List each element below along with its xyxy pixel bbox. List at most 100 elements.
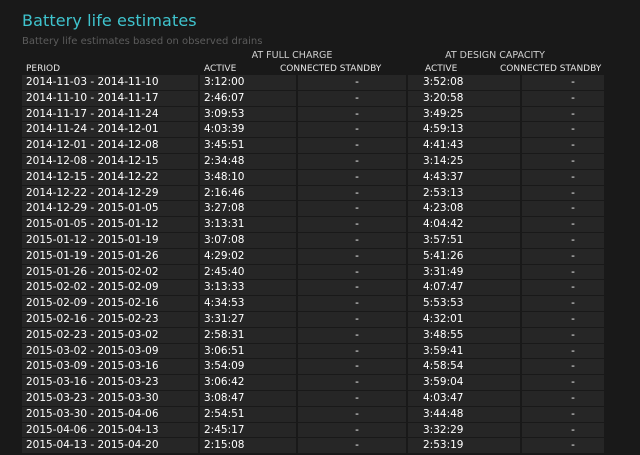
cell-design-standby: - bbox=[522, 390, 604, 406]
table-row: 2015-01-05 - 2015-01-12 3:13:31-4:04:42- bbox=[22, 217, 604, 233]
cell-design-active: 3:52:08 bbox=[408, 75, 520, 90]
table-row: 2014-11-03 - 2014-11-10 3:12:00-3:52:08- bbox=[22, 75, 604, 91]
cell-period: 2015-04-13 - 2015-04-20 bbox=[22, 438, 198, 454]
cell-full-standby: - bbox=[298, 311, 406, 327]
cell-full-active: 3:48:10 bbox=[200, 169, 296, 185]
cell-period: 2014-11-17 - 2014-11-24 bbox=[22, 106, 198, 122]
cell-design-standby: - bbox=[522, 311, 604, 327]
cell-period: 2015-04-06 - 2015-04-13 bbox=[22, 422, 198, 438]
cell-design-active: 4:43:37 bbox=[408, 169, 520, 185]
table-row: 2015-02-09 - 2015-02-16 4:34:53-5:53:53- bbox=[22, 296, 604, 312]
cell-design-active: 5:53:53 bbox=[408, 296, 520, 311]
cell-full-standby: - bbox=[298, 343, 406, 359]
cell-design-active: 3:44:48 bbox=[408, 406, 520, 422]
table-row: 2015-04-06 - 2015-04-13 2:45:17-3:32:29- bbox=[22, 422, 604, 439]
table-row: 2014-12-01 - 2014-12-08 3:45:51-4:41:43- bbox=[22, 138, 604, 154]
cell-full-active: 3:07:08 bbox=[200, 232, 296, 248]
cell-full-active: 3:45:51 bbox=[200, 138, 296, 153]
cell-full-standby: - bbox=[298, 375, 406, 390]
cell-full-standby: - bbox=[298, 138, 406, 153]
cell-design-active: 5:41:26 bbox=[408, 248, 520, 264]
table-row: 2015-03-16 - 2015-03-23 3:06:42-3:59:04- bbox=[22, 375, 604, 391]
cell-full-active: 3:31:27 bbox=[200, 311, 296, 327]
table-row: 2015-03-30 - 2015-04-06 2:54:51-3:44:48- bbox=[22, 406, 604, 423]
cell-period: 2015-01-05 - 2015-01-12 bbox=[22, 217, 198, 232]
cell-period: 2015-03-09 - 2015-03-16 bbox=[22, 359, 198, 375]
cell-period: 2014-12-29 - 2015-01-05 bbox=[22, 201, 198, 217]
cell-design-active: 3:59:41 bbox=[408, 343, 520, 359]
cell-full-active: 4:34:53 bbox=[200, 296, 296, 311]
cell-full-standby: - bbox=[298, 185, 406, 201]
cell-design-standby: - bbox=[522, 201, 604, 217]
cell-full-standby: - bbox=[298, 406, 406, 422]
cell-full-standby: - bbox=[298, 390, 406, 406]
page-subtitle: Battery life estimates based on observed… bbox=[22, 36, 263, 47]
table-row: 2015-02-23 - 2015-03-02 2:58:31-3:48:55- bbox=[22, 327, 604, 344]
column-header-full-standby: CONNECTED STANDBY bbox=[280, 64, 382, 74]
cell-full-standby: - bbox=[298, 75, 406, 90]
cell-period: 2015-03-16 - 2015-03-23 bbox=[22, 375, 198, 390]
cell-full-active: 3:08:47 bbox=[200, 390, 296, 406]
cell-full-standby: - bbox=[298, 153, 406, 169]
cell-design-standby: - bbox=[522, 75, 604, 90]
cell-period: 2015-01-12 - 2015-01-19 bbox=[22, 232, 198, 248]
cell-full-active: 2:34:48 bbox=[200, 153, 296, 169]
cell-design-active: 4:03:47 bbox=[408, 390, 520, 406]
cell-design-active: 4:59:13 bbox=[408, 122, 520, 138]
column-header-period: PERIOD bbox=[26, 64, 61, 74]
cell-period: 2015-02-02 - 2015-02-09 bbox=[22, 280, 198, 296]
cell-full-active: 3:06:42 bbox=[200, 375, 296, 390]
cell-full-active: 2:58:31 bbox=[200, 327, 296, 343]
cell-period: 2015-01-26 - 2015-02-02 bbox=[22, 264, 198, 280]
cell-full-standby: - bbox=[298, 280, 406, 296]
table-row: 2014-12-15 - 2014-12-22 3:48:10-4:43:37- bbox=[22, 169, 604, 186]
cell-period: 2015-02-23 - 2015-03-02 bbox=[22, 327, 198, 343]
cell-full-standby: - bbox=[298, 232, 406, 248]
cell-design-active: 2:53:13 bbox=[408, 185, 520, 201]
table-row: 2014-12-22 - 2014-12-29 2:16:46-2:53:13- bbox=[22, 185, 604, 202]
cell-design-standby: - bbox=[522, 406, 604, 422]
cell-period: 2015-01-19 - 2015-01-26 bbox=[22, 248, 198, 264]
cell-full-active: 2:54:51 bbox=[200, 406, 296, 422]
cell-design-active: 3:31:49 bbox=[408, 264, 520, 280]
table-row: 2014-11-24 - 2014-12-01 4:03:39-4:59:13- bbox=[22, 122, 604, 138]
cell-full-standby: - bbox=[298, 122, 406, 138]
cell-full-active: 3:06:51 bbox=[200, 343, 296, 359]
cell-design-standby: - bbox=[522, 296, 604, 311]
column-header-full-active: ACTIVE bbox=[204, 64, 237, 74]
cell-full-active: 3:54:09 bbox=[200, 359, 296, 375]
column-header-design-active: ACTIVE bbox=[425, 64, 458, 74]
cell-design-active: 3:20:58 bbox=[408, 90, 520, 106]
cell-full-active: 3:13:31 bbox=[200, 217, 296, 232]
cell-full-active: 3:09:53 bbox=[200, 106, 296, 122]
cell-full-standby: - bbox=[298, 169, 406, 185]
cell-full-standby: - bbox=[298, 217, 406, 232]
cell-period: 2014-12-15 - 2014-12-22 bbox=[22, 169, 198, 185]
table-row: 2014-11-17 - 2014-11-24 3:09:53-3:49:25- bbox=[22, 106, 604, 123]
table-row: 2015-03-09 - 2015-03-16 3:54:09-4:58:54- bbox=[22, 359, 604, 375]
cell-design-active: 4:23:08 bbox=[408, 201, 520, 217]
cell-design-standby: - bbox=[522, 375, 604, 390]
cell-full-active: 4:29:02 bbox=[200, 248, 296, 264]
cell-full-active: 3:12:00 bbox=[200, 75, 296, 90]
cell-design-standby: - bbox=[522, 122, 604, 138]
cell-design-active: 4:32:01 bbox=[408, 311, 520, 327]
cell-design-standby: - bbox=[522, 264, 604, 280]
cell-period: 2014-11-10 - 2014-11-17 bbox=[22, 90, 198, 106]
cell-full-standby: - bbox=[298, 296, 406, 311]
cell-full-active: 4:03:39 bbox=[200, 122, 296, 138]
table-row: 2015-01-19 - 2015-01-26 4:29:02-5:41:26- bbox=[22, 248, 604, 265]
cell-period: 2015-03-30 - 2015-04-06 bbox=[22, 406, 198, 422]
cell-full-standby: - bbox=[298, 438, 406, 454]
cell-design-standby: - bbox=[522, 438, 604, 454]
cell-design-standby: - bbox=[522, 138, 604, 153]
table-row: 2014-12-29 - 2015-01-05 3:27:08-4:23:08- bbox=[22, 201, 604, 217]
cell-period: 2014-12-08 - 2014-12-15 bbox=[22, 153, 198, 169]
cell-full-active: 3:13:33 bbox=[200, 280, 296, 296]
cell-period: 2015-03-23 - 2015-03-30 bbox=[22, 390, 198, 406]
cell-full-active: 2:45:40 bbox=[200, 264, 296, 280]
cell-design-active: 4:58:54 bbox=[408, 359, 520, 375]
cell-design-standby: - bbox=[522, 248, 604, 264]
table-row: 2014-12-08 - 2014-12-15 2:34:48-3:14:25- bbox=[22, 153, 604, 170]
table-row: 2015-03-02 - 2015-03-09 3:06:51-3:59:41- bbox=[22, 343, 604, 360]
